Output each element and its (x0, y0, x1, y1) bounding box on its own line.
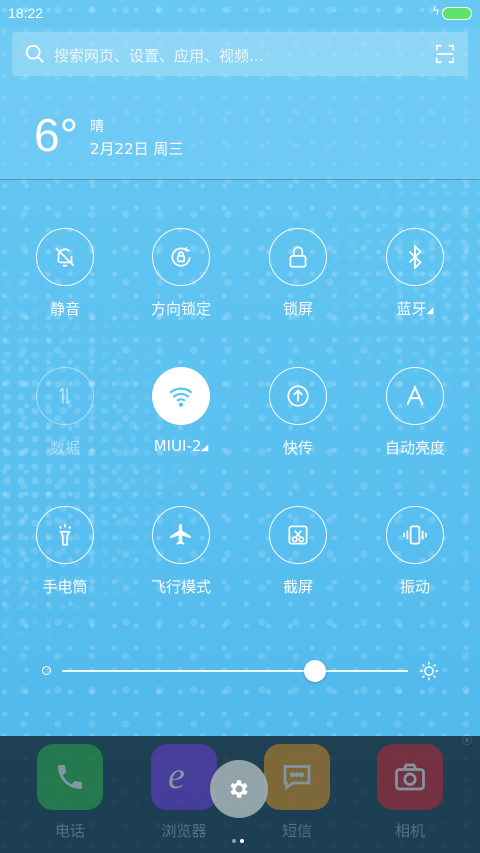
toggle-label: MIUI-2◢ (153, 437, 209, 455)
toggle-silent[interactable]: 静音 (10, 228, 120, 328)
messages-icon (264, 744, 330, 810)
clock: 18:22 (8, 5, 44, 21)
toggle-screenshot[interactable]: 截屏 (243, 506, 353, 606)
page-dot-active (240, 839, 244, 843)
airplane-icon (152, 506, 210, 564)
phone-icon (37, 744, 103, 810)
toggle-label: 飞行模式 (150, 578, 211, 596)
toggle-lock-screen[interactable]: 锁屏 (243, 228, 353, 328)
toggle-label: 截屏 (282, 578, 313, 596)
app-camera[interactable]: 相机 (375, 744, 445, 841)
mobile-data-icon (36, 367, 94, 425)
quick-transfer-icon (269, 367, 327, 425)
brightness-high-icon (419, 661, 439, 681)
scan-icon[interactable] (434, 43, 456, 65)
brightness-low-icon (42, 666, 51, 675)
app-name: 浏览器 (161, 822, 207, 840)
expand-triangle-icon: ◢ (426, 306, 434, 316)
app-browser[interactable]: e 浏览器 (149, 744, 219, 841)
rotation-lock-icon (152, 228, 210, 286)
browser-icon: e (151, 744, 217, 810)
toggle-vibrate[interactable]: 振动 (360, 506, 470, 606)
close-icon[interactable]: ⓧ (462, 736, 472, 748)
app-phone[interactable]: 电话 (35, 744, 105, 841)
weather-condition: 晴 (90, 119, 104, 135)
screenshot-icon (269, 506, 327, 564)
toggle-bluetooth[interactable]: 蓝牙◢ (360, 228, 470, 328)
app-messages[interactable]: 短信 (262, 744, 332, 841)
toggle-label: 方向锁定 (150, 300, 211, 318)
page-dot (232, 839, 236, 843)
toggle-label: 自动亮度 (384, 439, 445, 457)
notification-header: 搜索网页、设置、应用、视频... 6° 晴 2月22日 周三 (0, 28, 480, 180)
vibrate-icon (386, 506, 444, 564)
app-name: 相机 (394, 822, 425, 840)
temperature: 6° (34, 109, 78, 161)
search-bar[interactable]: 搜索网页、设置、应用、视频... (12, 32, 468, 76)
battery-icon (442, 7, 472, 20)
search-placeholder: 搜索网页、设置、应用、视频... (54, 47, 264, 65)
date: 2月22日 周三 (90, 140, 184, 158)
bluetooth-icon (386, 228, 444, 286)
camera-icon (377, 744, 443, 810)
page-indicator (232, 828, 248, 847)
brightness-slider[interactable] (62, 670, 408, 672)
gear-icon (230, 780, 248, 798)
app-name: 短信 (281, 822, 312, 840)
toggle-label: 振动 (399, 578, 430, 596)
toggle-mobile-data[interactable]: 数据 (10, 367, 120, 467)
auto-brightness-icon (386, 367, 444, 425)
app-name: 电话 (54, 822, 85, 840)
wifi-icon (152, 367, 210, 425)
status-bar: 18:22 ϟ (0, 0, 480, 28)
toggle-label: 数据 (49, 439, 80, 457)
toggle-label: 锁屏 (282, 300, 313, 318)
brightness-slider-thumb[interactable] (303, 660, 326, 682)
toggle-label: 快传 (282, 439, 313, 457)
toggle-label: 蓝牙◢ (396, 300, 434, 318)
toggle-label: 手电筒 (42, 578, 88, 596)
toggle-flashlight[interactable]: 手电筒 (10, 506, 120, 606)
toggle-airplane-mode[interactable]: 飞行模式 (126, 506, 236, 606)
bell-off-icon (36, 228, 94, 286)
toggle-label: 静音 (49, 300, 80, 318)
bolt-icon: ϟ (432, 4, 440, 18)
lock-icon (269, 228, 327, 286)
search-icon (25, 44, 44, 63)
toggle-quick-transfer[interactable]: 快传 (243, 367, 353, 467)
settings-button[interactable] (210, 760, 268, 818)
toggle-rotation-lock[interactable]: 方向锁定 (126, 228, 236, 328)
flashlight-icon (36, 506, 94, 564)
expand-triangle-icon: ◢ (201, 443, 209, 453)
toggle-wifi[interactable]: MIUI-2◢ (126, 367, 236, 467)
toggle-auto-brightness[interactable]: 自动亮度 (360, 367, 470, 467)
